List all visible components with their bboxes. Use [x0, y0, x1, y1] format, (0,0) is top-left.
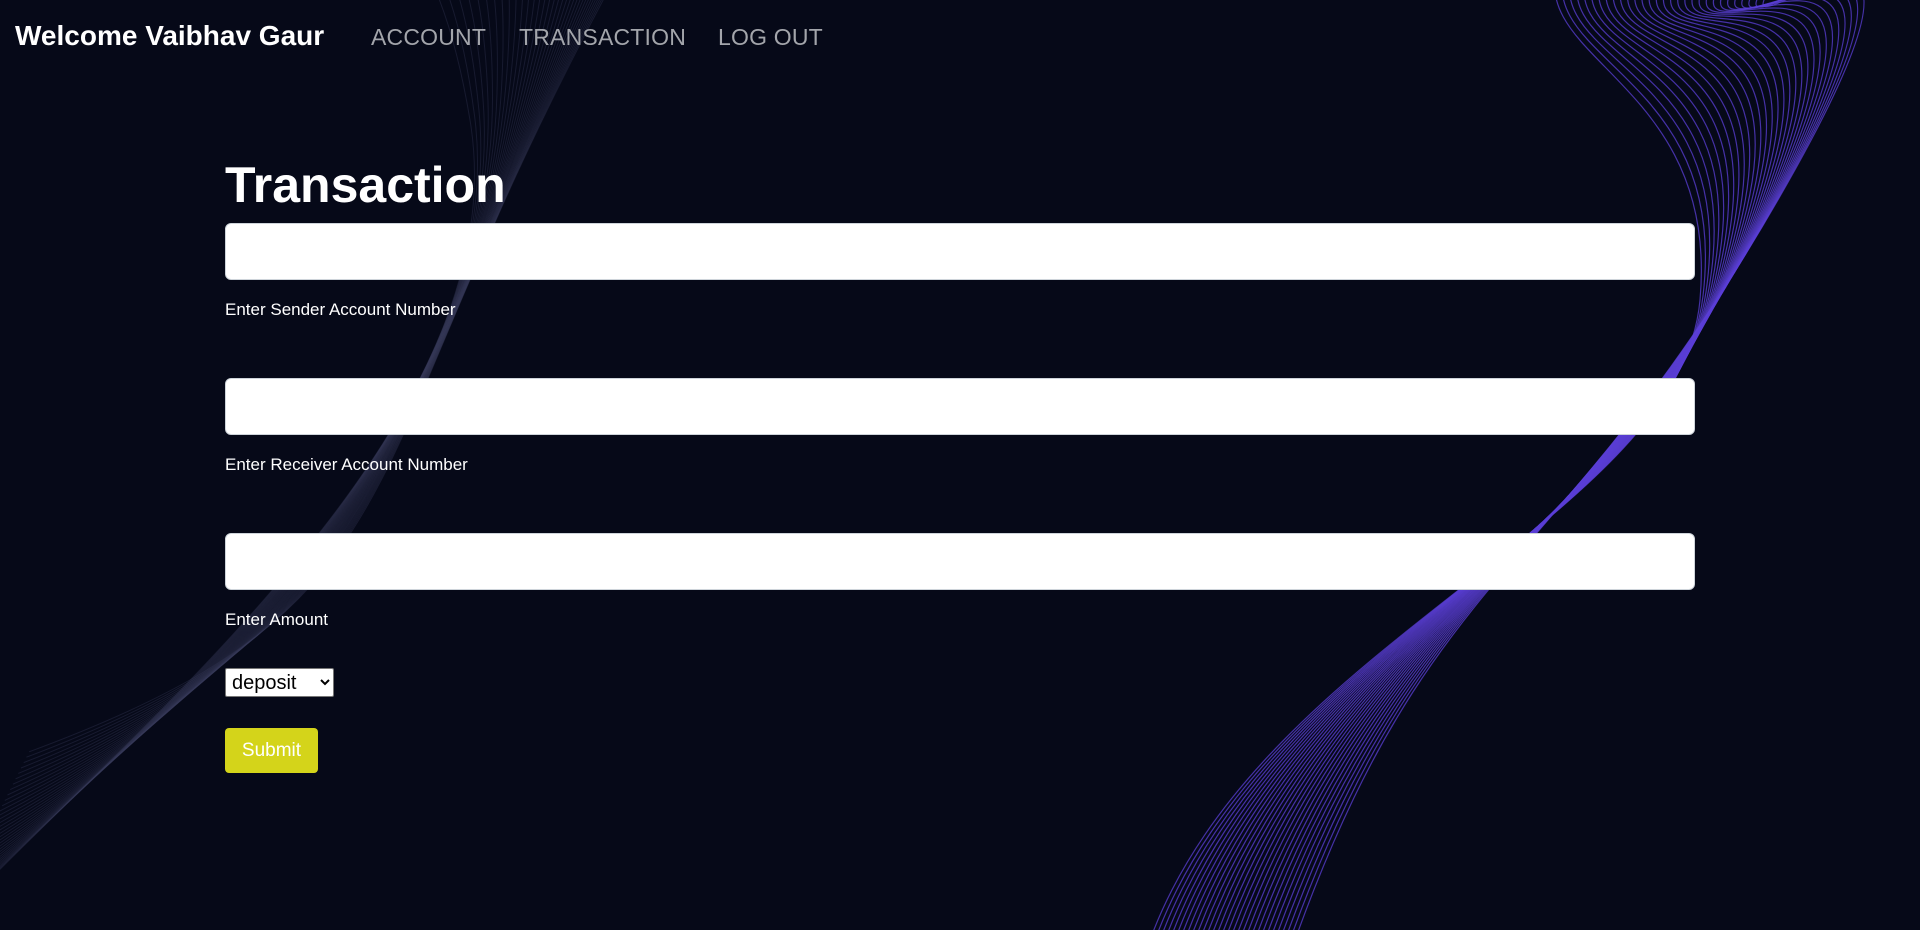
nav-logout-link[interactable]: LOG OUT	[718, 24, 823, 51]
page-title: Transaction	[225, 157, 506, 213]
receiver-field-group: Enter Receiver Account Number	[225, 378, 1695, 475]
nav-transaction-link[interactable]: TRANSACTION	[519, 24, 686, 51]
page: Welcome Vaibhav Gaur ACCOUNT TRANSACTION…	[0, 0, 1920, 930]
nav-account-link[interactable]: ACCOUNT	[371, 24, 486, 51]
transaction-form: Transaction Enter Sender Account Number …	[225, 150, 1695, 773]
brand-welcome[interactable]: Welcome Vaibhav Gaur	[15, 20, 324, 52]
amount-label: Enter Amount	[225, 610, 329, 629]
receiver-account-label: Enter Receiver Account Number	[225, 455, 468, 474]
amount-input[interactable]	[225, 533, 1695, 590]
sender-account-input[interactable]	[225, 223, 1695, 280]
amount-field-group: Enter Amount	[225, 533, 1695, 630]
sender-account-label: Enter Sender Account Number	[225, 300, 456, 319]
transaction-type-wrap: deposit	[225, 668, 1695, 697]
receiver-account-input[interactable]	[225, 378, 1695, 435]
transaction-type-select[interactable]: deposit	[225, 668, 334, 697]
sender-field-group: Enter Sender Account Number	[225, 223, 1695, 320]
submit-button[interactable]: Submit	[225, 728, 318, 773]
top-navbar: Welcome Vaibhav Gaur ACCOUNT TRANSACTION…	[0, 0, 1920, 78]
